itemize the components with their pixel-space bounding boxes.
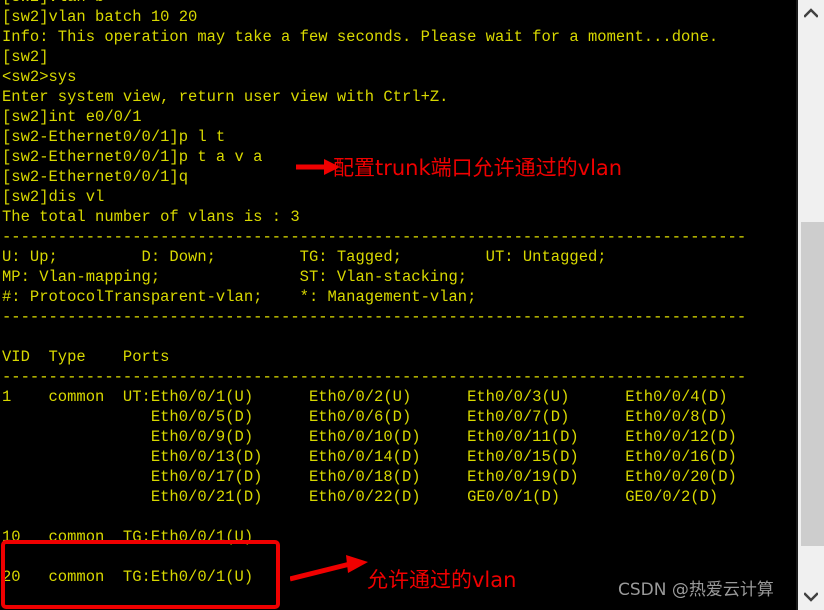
scrollbar-thumb[interactable] bbox=[801, 222, 824, 546]
scroll-up-button[interactable] bbox=[798, 0, 824, 26]
terminal-output[interactable]: [sw2]vlan b[sw2]vlan batch 10 20 Info: Th… bbox=[0, 0, 796, 610]
terminal-lines: [sw2]vlan b[sw2]vlan batch 10 20 Info: Th… bbox=[0, 0, 746, 587]
annotation-label-allowed-vlan: 允许通过的vlan bbox=[367, 568, 517, 592]
terminal-line: [sw2-Ethernet0/0/1]p l t bbox=[2, 128, 226, 146]
vertical-scrollbar[interactable] bbox=[796, 0, 824, 610]
terminal-line: Info: This operation may take a few seco… bbox=[2, 28, 719, 46]
terminal-line: 1 common UT:Eth0/0/1(U) Eth0/0/2(U) Eth0… bbox=[2, 388, 728, 406]
terminal-line: [sw2] bbox=[2, 48, 49, 66]
scroll-down-button[interactable] bbox=[798, 584, 824, 610]
terminal-line: Eth0/0/5(D) Eth0/0/6(D) Eth0/0/7(D) Eth0… bbox=[2, 408, 728, 426]
terminal-line: [sw2]int e0/0/1 bbox=[2, 108, 142, 126]
terminal-line: ----------------------------------------… bbox=[2, 368, 747, 386]
terminal-line: Enter system view, return user view with… bbox=[2, 88, 449, 106]
terminal-line: VID Type Ports bbox=[2, 348, 170, 366]
terminal-line: <sw2>sys bbox=[2, 68, 77, 86]
terminal-line: [sw2]vlan b bbox=[0, 0, 746, 7]
terminal-line: Eth0/0/17(D) Eth0/0/18(D) Eth0/0/19(D) E… bbox=[2, 468, 737, 486]
terminal-line: ----------------------------------------… bbox=[2, 308, 747, 326]
chevron-up-icon bbox=[804, 8, 818, 18]
terminal-line: 10 common TG:Eth0/0/1(U) bbox=[2, 528, 254, 546]
terminal-line: ----------------------------------------… bbox=[2, 228, 747, 246]
terminal-line: Eth0/0/9(D) Eth0/0/10(D) Eth0/0/11(D) Et… bbox=[2, 428, 737, 446]
terminal-line: [sw2]dis vl bbox=[2, 188, 105, 206]
terminal-line: MP: Vlan-mapping; ST: Vlan-stacking; bbox=[2, 268, 468, 286]
terminal-window: [sw2]vlan b[sw2]vlan batch 10 20 Info: Th… bbox=[0, 0, 824, 610]
annotation-label-trunk-vlan: 配置trunk端口允许通过的vlan bbox=[333, 156, 623, 180]
chevron-down-icon bbox=[804, 592, 818, 602]
csdn-watermark: CSDN @热爱云计算 bbox=[618, 580, 774, 600]
terminal-line: [sw2]vlan batch 10 20 bbox=[2, 8, 198, 26]
terminal-line: Eth0/0/21(D) Eth0/0/22(D) GE0/0/1(D) GE0… bbox=[2, 488, 719, 506]
annotation-arrow-2 bbox=[290, 555, 368, 582]
terminal-line: Eth0/0/13(D) Eth0/0/14(D) Eth0/0/15(D) E… bbox=[2, 448, 737, 466]
terminal-line: #: ProtocolTransparent-vlan; *: Manageme… bbox=[2, 288, 477, 306]
terminal-line: U: Up; D: Down; TG: Tagged; UT: Untagged… bbox=[2, 248, 607, 266]
terminal-line: The total number of vlans is : 3 bbox=[2, 208, 300, 226]
